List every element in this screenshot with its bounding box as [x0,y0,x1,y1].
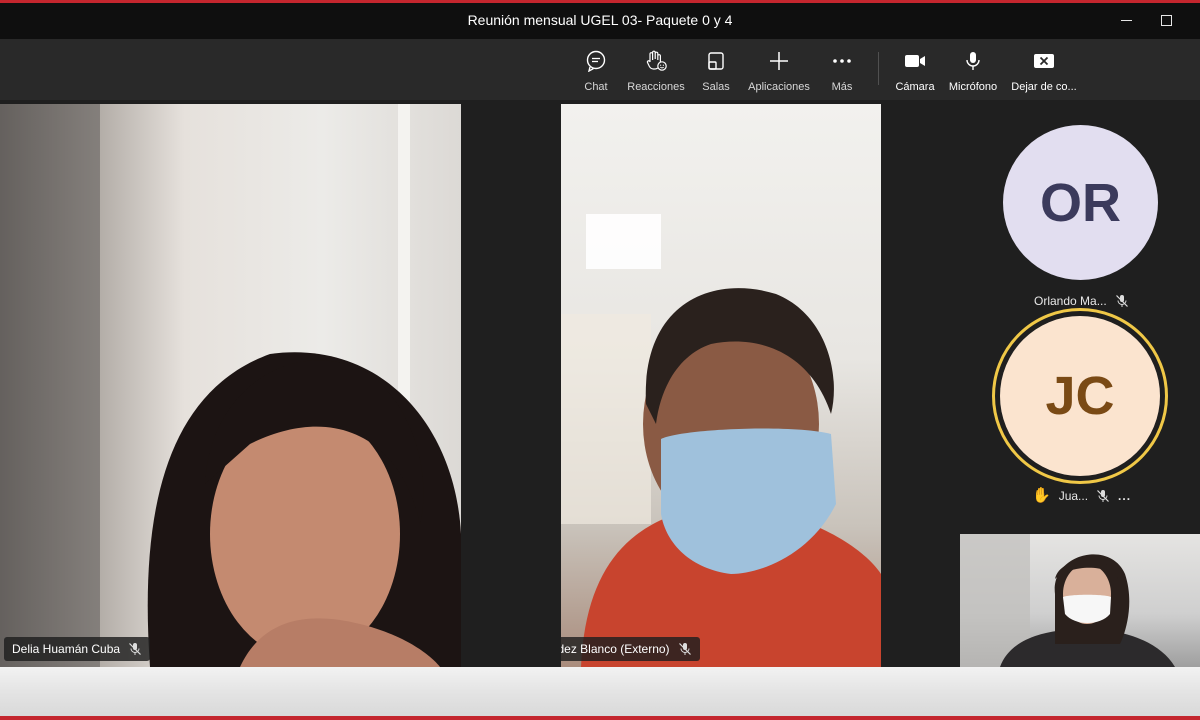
maximize-button[interactable] [1154,9,1178,31]
mic-muted-icon [678,642,692,656]
avatar-orlando[interactable]: OR [1003,125,1158,280]
video-stage: Delia Huamán Cuba Godofredo Valdez Blanc… [0,100,1200,667]
microphone-label: Micrófono [948,81,998,93]
title-bar: Reunión mensual UGEL 03- Paquete 0 y 4 [0,3,1200,39]
maximize-icon [1160,14,1172,26]
more-label: Más [831,81,853,93]
apps-label: Aplicaciones [748,81,810,93]
participant-name: Orlando Ma... [1034,294,1107,308]
breakout-rooms-icon [704,49,728,73]
plus-icon [767,49,791,73]
video-feed-godofredo [561,214,881,667]
avatar-juan[interactable]: JC [1000,316,1160,476]
participant-more-button[interactable]: ... [1118,489,1131,503]
minimize-button[interactable] [1114,9,1138,31]
minimize-icon [1120,19,1132,21]
participant-name-tag: Delia Huamán Cuba [4,637,151,661]
chat-label: Chat [584,81,608,93]
stop-sharing-button[interactable]: Dejar de co... [1010,49,1078,93]
footer-strip [0,667,1200,716]
reactions-label: Reacciones [627,81,685,93]
stop-sharing-icon [1032,49,1056,73]
microphone-icon [961,49,985,73]
video-feed-self [960,534,1175,667]
meeting-toolbar: Chat Reacciones Salas Aplicaciones Más C… [0,39,1200,100]
participant-name: Godofredo Valdez Blanco (Externo) [561,642,670,656]
window-title: Reunión mensual UGEL 03- Paquete 0 y 4 [467,12,733,28]
participant-name: Delia Huamán Cuba [12,642,121,656]
mic-muted-icon [1115,294,1129,308]
more-icon [830,49,854,73]
bottom-accent-bar [0,716,1200,720]
more-button[interactable]: Más [827,49,857,93]
apps-button[interactable]: Aplicaciones [746,49,812,93]
video-tile-delia[interactable]: Delia Huamán Cuba [0,104,461,667]
video-tile-godofredo[interactable]: Godofredo Valdez Blanco (Externo) [561,104,881,667]
rooms-button[interactable]: Salas [700,49,732,93]
mic-muted-icon [1096,489,1110,503]
camera-button[interactable]: Cámara [894,49,936,93]
microphone-button[interactable]: Micrófono [946,49,1000,93]
reactions-button[interactable]: Reacciones [627,49,685,93]
participant-caption-orlando: Orlando Ma... [1034,294,1129,308]
self-view-tile[interactable] [960,534,1200,667]
stop-sharing-label: Dejar de co... [1011,81,1077,93]
raise-hand-icon [644,49,668,73]
chat-icon [584,49,608,73]
participant-caption-juan: ✋ Jua... ... [1032,488,1131,503]
toolbar-divider [878,52,879,85]
camera-icon [903,49,927,73]
participant-name-tag: Godofredo Valdez Blanco (Externo) [561,637,700,661]
rooms-label: Salas [702,81,730,93]
mic-muted-icon [128,642,142,656]
participant-name: Jua... [1058,488,1089,503]
chat-button[interactable]: Chat [580,49,612,93]
camera-label: Cámara [895,81,935,93]
raised-hand-icon: ✋ [1032,487,1051,504]
video-feed-delia [0,104,461,667]
